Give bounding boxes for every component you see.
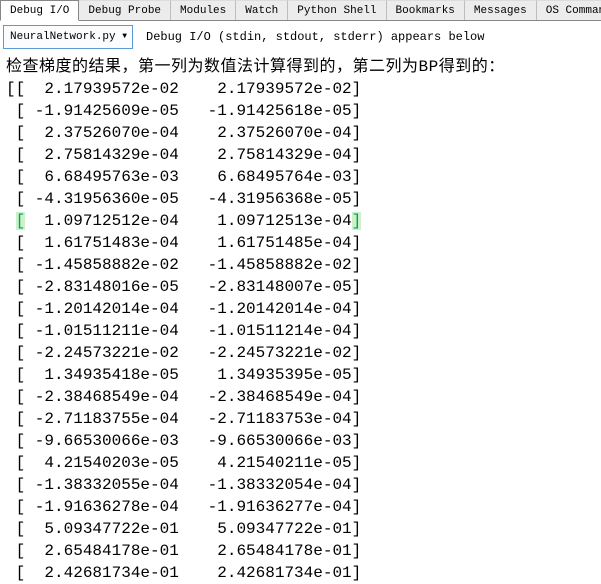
tab-bookmarks[interactable]: Bookmarks [386, 0, 465, 20]
matrix-row: [ 2.65484178e-01 2.65484178e-01] [6, 542, 362, 560]
tab-python-shell[interactable]: Python Shell [288, 0, 387, 20]
matrix-rows: [[ 2.17939572e-02 2.17939572e-02] [ -1.9… [6, 78, 601, 584]
matrix-row: [ -9.66530066e-03 -9.66530066e-03] [6, 432, 362, 450]
matrix-row: [ -2.83148016e-05 -2.83148007e-05] [6, 278, 362, 296]
matrix-row: [ -2.71183755e-04 -2.71183753e-04] [6, 410, 362, 428]
matrix-row: [ 2.37526070e-04 2.37526070e-04] [6, 124, 362, 142]
matrix-row: [ -1.91636278e-04 -1.91636277e-04] [6, 498, 362, 516]
matrix-row: [ -1.45858882e-02 -1.45858882e-02] [6, 256, 362, 274]
matrix-row: [ -2.24573221e-02 -2.24573221e-02] [6, 344, 362, 362]
matrix-row: [ 6.68495763e-03 6.68495764e-03] [6, 168, 362, 186]
process-selector-value: NeuralNetwork.py (j [10, 30, 118, 43]
process-selector-dropdown[interactable]: NeuralNetwork.py (j ▼ [3, 24, 133, 49]
chevron-down-icon: ▼ [122, 32, 127, 41]
matched-open-bracket: [ [15, 212, 26, 230]
tab-watch[interactable]: Watch [236, 0, 289, 20]
tab-os-commands[interactable]: OS Commands [536, 0, 601, 20]
matrix-row: [ 2.75814329e-04 2.75814329e-04] [6, 146, 362, 164]
matrix-row: [ -1.01511211e-04 -1.01511214e-04] [6, 322, 362, 340]
matrix-row: [ -2.38468549e-04 -2.38468549e-04] [6, 388, 362, 406]
matrix-row: [ -1.38332055e-04 -1.38332054e-04] [6, 476, 362, 494]
matrix-row: [[ 2.17939572e-02 2.17939572e-02] [6, 80, 362, 98]
matched-close-bracket: ] [351, 212, 362, 230]
io-description-label: Debug I/O (stdin, stdout, stderr) appear… [146, 29, 485, 44]
matrix-row: [ -1.91425609e-05 -1.91425618e-05] [6, 102, 362, 120]
tab-debug-i-o[interactable]: Debug I/O [0, 0, 80, 21]
tab-debug-probe[interactable]: Debug Probe [79, 0, 172, 20]
tab-messages[interactable]: Messages [464, 0, 537, 20]
matrix-row: [ -4.31956360e-05 -4.31956368e-05] [6, 190, 362, 208]
matrix-row: [ -1.20142014e-04 -1.20142014e-04] [6, 300, 362, 318]
matrix-row: [ 5.09347722e-01 5.09347722e-01] [6, 520, 362, 538]
debug-io-panel: Debug I/O Debug Probe Modules Watch Python S… [0, 0, 601, 584]
matrix-row: [ 4.21540203e-05 4.21540211e-05] [6, 454, 362, 472]
tab-modules[interactable]: Modules [171, 0, 237, 20]
debug-output-area[interactable]: 检查梯度的结果，第一列为数值法计算得到的，第二列为BP得到的： [[ 2.179… [0, 52, 601, 584]
tab-bar: Debug I/O Debug Probe Modules Watch Python S… [0, 0, 601, 21]
output-header-line: 检查梯度的结果，第一列为数值法计算得到的，第二列为BP得到的： [6, 58, 505, 76]
matrix-row: [ 1.34935418e-05 1.34935395e-05] [6, 366, 362, 384]
matrix-row: [ 2.42681734e-01 2.42681734e-01] [6, 564, 362, 582]
toolbar: NeuralNetwork.py (j ▼ Debug I/O (stdin, … [0, 21, 601, 52]
matrix-row: [ 1.09712512e-04 1.09712513e-04] [15, 212, 362, 230]
matrix-row: [ 1.61751483e-04 1.61751485e-04] [6, 234, 362, 252]
